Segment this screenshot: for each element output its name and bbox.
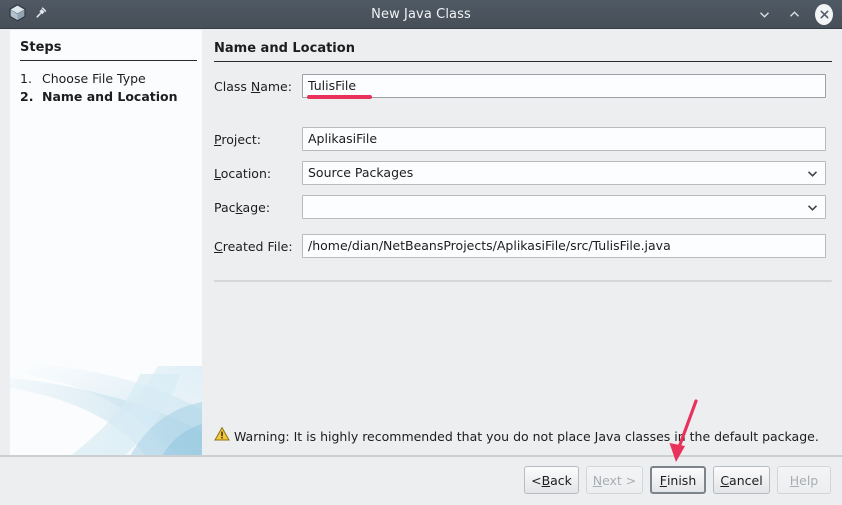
location-label: Location:	[214, 166, 302, 181]
chevron-down-icon	[806, 196, 819, 218]
step-item-name-and-location[interactable]: 2. Name and Location	[20, 88, 200, 105]
location-combobox-value: Source Packages	[308, 165, 413, 180]
minimize-button[interactable]	[755, 6, 773, 24]
cancel-button[interactable]: Cancel	[713, 466, 770, 494]
back-button[interactable]: < Back	[524, 466, 579, 494]
field-row-created-file: Created File: /home/dian/NetBeansProject…	[214, 234, 832, 258]
close-button[interactable]	[815, 6, 833, 24]
next-button: Next >	[586, 466, 643, 494]
window-controls	[755, 0, 833, 29]
warning-message: Warning: It is highly recommended that y…	[234, 429, 819, 444]
steps-list: 1. Choose File Type 2. Name and Location	[20, 70, 200, 106]
window-titlebar: New Java Class	[0, 0, 842, 29]
window-title: New Java Class	[0, 0, 842, 29]
created-file-input[interactable]: /home/dian/NetBeansProjects/AplikasiFile…	[302, 234, 826, 258]
location-combobox[interactable]: Source Packages	[302, 161, 826, 185]
project-input[interactable]: AplikasiFile	[302, 127, 826, 151]
package-combobox[interactable]	[302, 195, 826, 219]
field-row-package: Package:	[214, 195, 832, 219]
class-name-input[interactable]: TulisFile	[302, 74, 826, 98]
step-label: Name and Location	[42, 88, 178, 105]
content-pane: Name and Location Class Name: TulisFile …	[202, 30, 842, 455]
steps-heading: Steps	[20, 40, 61, 55]
wizard-decoration-graphic	[10, 358, 202, 468]
field-row-location: Location: Source Packages	[214, 161, 832, 185]
page-title: Name and Location	[214, 41, 355, 56]
field-row-class-name: Class Name: TulisFile	[214, 74, 832, 98]
step-label: Choose File Type	[42, 70, 146, 87]
annotation-underline-class-name	[307, 95, 372, 99]
package-label: Package:	[214, 200, 302, 215]
created-file-label: Created File:	[214, 239, 302, 254]
steps-heading-divider	[20, 60, 197, 61]
new-java-class-dialog: New Java Class	[0, 0, 842, 505]
field-row-project: Project: AplikasiFile	[214, 127, 832, 151]
finish-button[interactable]: Finish	[650, 466, 706, 494]
page-title-divider	[214, 61, 832, 62]
step-number: 2.	[20, 88, 42, 105]
warning-triangle-icon	[214, 426, 230, 446]
project-label: Project:	[214, 132, 302, 147]
warning-row: Warning: It is highly recommended that y…	[214, 426, 832, 446]
chevron-up-icon	[787, 7, 802, 22]
step-number: 1.	[20, 70, 42, 87]
class-name-label: Class Name:	[214, 79, 302, 94]
chevron-down-icon	[757, 7, 772, 22]
steps-panel: Steps 1. Choose File Type 2. Name and Lo…	[10, 30, 202, 468]
help-button: Help	[777, 466, 831, 494]
dialog-button-bar: < Back Next > Finish Cancel Help	[0, 457, 842, 505]
step-item-choose-file-type[interactable]: 1. Choose File Type	[20, 70, 200, 87]
chevron-down-icon	[806, 162, 819, 184]
content-divider	[214, 280, 832, 282]
maximize-button[interactable]	[785, 6, 803, 24]
close-icon	[818, 8, 831, 21]
